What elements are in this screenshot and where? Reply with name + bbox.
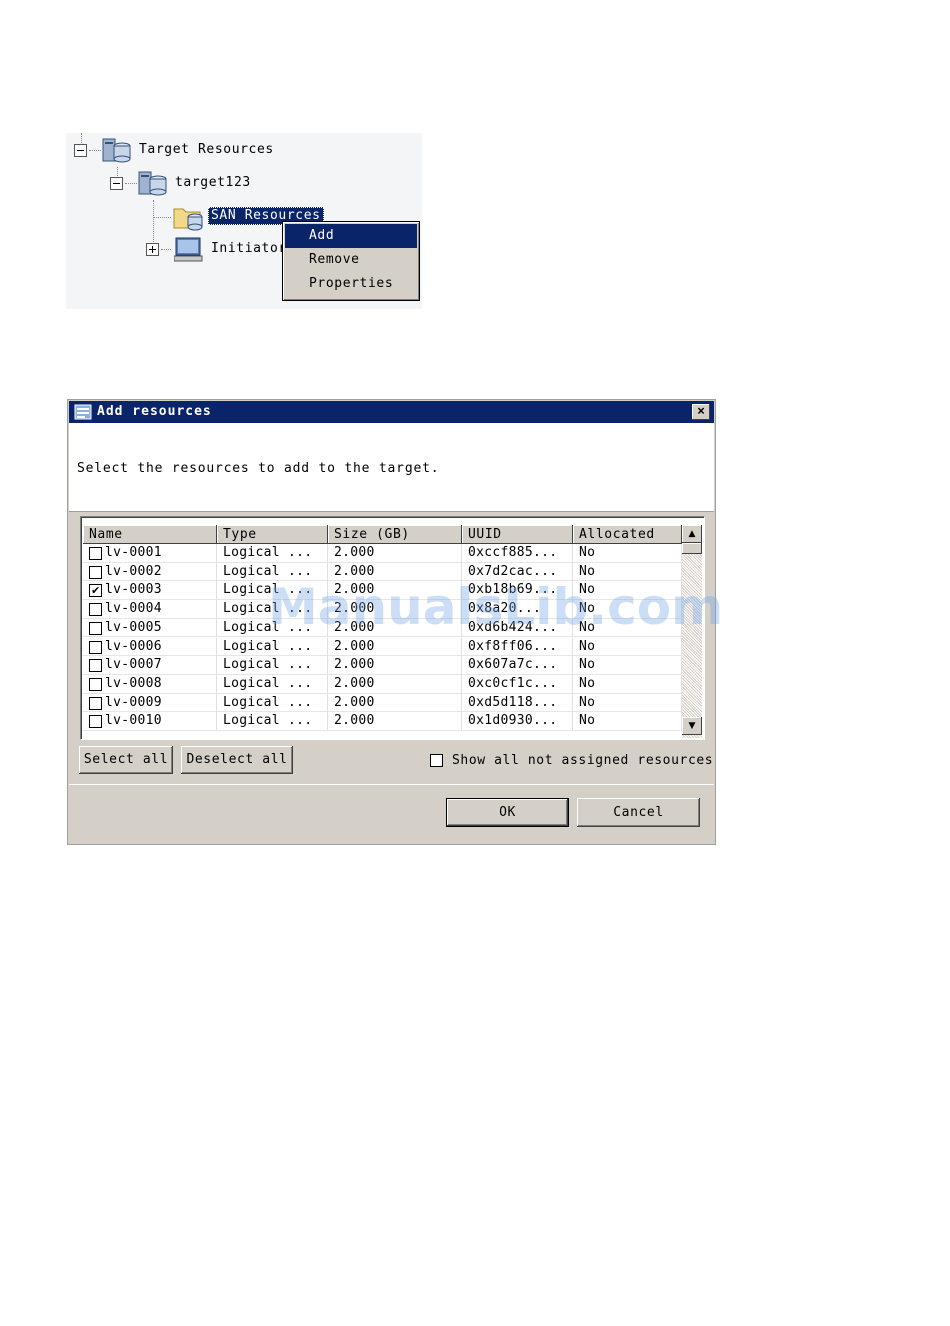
cell-uuid: 0xccf885... [462, 544, 573, 562]
tree-connector [125, 183, 137, 184]
resources-app-icon [74, 404, 92, 420]
cell-name-container: lv-0006 [83, 637, 217, 656]
cell-name-container: lv-0003 [83, 581, 217, 600]
cell-type: Logical ... [217, 544, 328, 562]
expand-initiators-button[interactable] [146, 243, 159, 256]
dialog-header: Select the resources to add to the targe… [69, 423, 714, 512]
table-row[interactable]: lv-0010 Logical ... 2.000 0x1d0930... No [83, 712, 682, 731]
scroll-thumb[interactable] [682, 543, 702, 554]
table-row[interactable]: lv-0008 Logical ... 2.000 0xc0cf1c... No [83, 674, 682, 694]
cell-size: 2.000 [328, 544, 462, 562]
ok-button[interactable]: OK [446, 798, 569, 827]
cell-uuid: 0xf8ff06... [462, 637, 573, 656]
instruction-text: Select the resources to add to the targe… [77, 461, 440, 476]
collapse-root-button[interactable] [74, 144, 87, 157]
column-header-size[interactable]: Size (GB) [328, 525, 462, 544]
cell-uuid: 0xd5d118... [462, 693, 573, 712]
cell-type: Logical ... [217, 656, 328, 675]
cell-type: Logical ... [217, 693, 328, 712]
deselect-all-button[interactable]: Deselect all [181, 746, 293, 774]
column-header-name[interactable]: Name [83, 525, 217, 544]
select-all-button[interactable]: Select all [79, 746, 173, 774]
table-header: Name Type Size (GB) UUID Allocated [83, 525, 682, 544]
server-database-icon [102, 138, 131, 163]
row-checkbox[interactable] [89, 603, 102, 617]
column-header-uuid[interactable]: UUID [462, 525, 573, 544]
dialog-title: Add resources [97, 404, 212, 419]
cell-name-container: lv-0005 [83, 618, 217, 637]
watermark-logo: ManualsLib.com [268, 578, 724, 636]
cell-name-container: lv-0001 [83, 544, 217, 562]
row-checkbox[interactable] [89, 715, 102, 729]
target-resources-tree: Target Resources target123 SAN Resources… [66, 133, 422, 309]
cancel-button[interactable]: Cancel [577, 798, 700, 827]
row-checkbox[interactable] [89, 547, 102, 560]
tree-node-target[interactable]: target123 [175, 174, 251, 192]
cell-size: 2.000 [328, 712, 462, 731]
cell-uuid: 0x607a7c... [462, 656, 573, 675]
cell-name-container: lv-0007 [83, 656, 217, 675]
table-row[interactable]: lv-0006 Logical ... 2.000 0xf8ff06... No [83, 637, 682, 657]
cell-allocated: No [573, 637, 682, 656]
menu-item-properties[interactable]: Properties [285, 272, 417, 296]
row-checkbox[interactable] [89, 621, 102, 635]
scroll-down-button[interactable]: ▼ [682, 717, 702, 735]
cell-type: Logical ... [217, 674, 328, 693]
folder-database-icon [173, 208, 203, 231]
column-header-allocated[interactable]: Allocated [573, 525, 682, 544]
tree-node-target-resources[interactable]: Target Resources [139, 141, 274, 159]
cell-name-container: lv-0010 [83, 712, 217, 731]
show-all-label: Show all not assigned resources [452, 753, 714, 768]
table-row[interactable]: lv-0007 Logical ... 2.000 0x607a7c... No [83, 656, 682, 675]
tree-connector [81, 133, 82, 143]
menu-item-remove[interactable]: Remove [285, 248, 417, 272]
tree-connector [153, 217, 171, 218]
cell-size: 2.000 [328, 693, 462, 712]
column-header-type[interactable]: Type [217, 525, 328, 544]
close-button[interactable]: × [692, 404, 710, 420]
cell-allocated: No [573, 656, 682, 675]
row-checkbox[interactable] [89, 640, 102, 654]
context-menu: Add Remove Properties [282, 221, 420, 301]
cell-allocated: No [573, 544, 682, 562]
tree-node-initiators[interactable]: Initiator [211, 240, 287, 258]
computer-monitor-icon [174, 237, 203, 262]
tree-connector [89, 150, 101, 151]
divider [69, 784, 714, 785]
row-checkbox[interactable] [89, 565, 102, 579]
tree-connector [161, 249, 171, 250]
collapse-target-button[interactable] [110, 177, 123, 190]
cell-allocated: No [573, 693, 682, 712]
cell-uuid: 0x1d0930... [462, 712, 573, 731]
cell-name-container: lv-0004 [83, 600, 217, 619]
cell-type: Logical ... [217, 712, 328, 731]
cell-size: 2.000 [328, 637, 462, 656]
row-checkbox[interactable] [89, 659, 102, 673]
cell-type: Logical ... [217, 637, 328, 656]
row-checkbox[interactable] [89, 677, 102, 691]
menu-item-add[interactable]: Add [285, 224, 417, 248]
cell-name-container: lv-0009 [83, 693, 217, 712]
show-all-checkbox[interactable] [430, 754, 443, 767]
row-checkbox[interactable] [89, 696, 102, 710]
cell-name-container: lv-0002 [83, 562, 217, 581]
cell-size: 2.000 [328, 656, 462, 675]
cell-allocated: No [573, 674, 682, 693]
cell-name-container: lv-0008 [83, 674, 217, 693]
row-checkbox[interactable] [89, 582, 102, 600]
table-row[interactable]: lv-0009 Logical ... 2.000 0xd5d118... No [83, 693, 682, 713]
table-body: lv-0001 Logical ... 2.000 0xccf885... No lv-0… [83, 544, 682, 738]
server-database-icon [138, 171, 167, 196]
table-row[interactable]: lv-0001 Logical ... 2.000 0xccf885... No [83, 544, 682, 563]
cell-size: 2.000 [328, 674, 462, 693]
scroll-up-button[interactable]: ▲ [682, 525, 702, 543]
cell-uuid: 0xc0cf1c... [462, 674, 573, 693]
cell-allocated: No [573, 712, 682, 731]
dialog-titlebar[interactable]: Add resources × [69, 401, 714, 423]
